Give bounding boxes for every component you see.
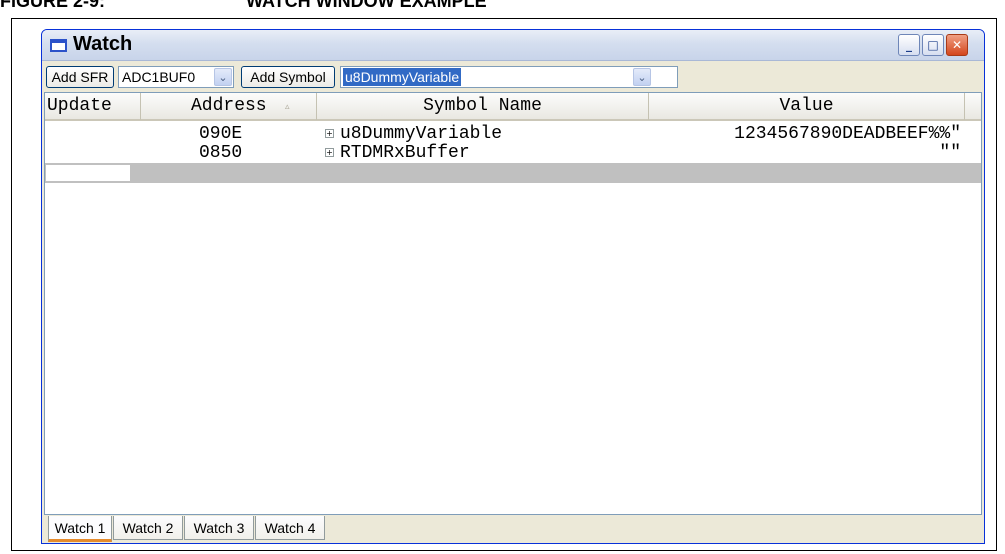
- watch-tabs: Watch 1 Watch 2 Watch 3 Watch 4: [44, 516, 982, 543]
- column-header-value[interactable]: Value: [649, 93, 965, 120]
- sfr-select[interactable]: ADC1BUF0 ⌄: [118, 66, 234, 88]
- expand-icon[interactable]: +: [325, 148, 334, 157]
- row-value: "": [939, 143, 961, 163]
- row-address: 0850: [199, 143, 243, 163]
- add-sfr-button[interactable]: Add SFR: [46, 66, 114, 88]
- watch-window: Watch _ □ ✕ Add SFR ADC1BUF0 ⌄ Add Symbo…: [41, 29, 985, 544]
- table-row[interactable]: 0850 + RTDMRxBuffer "": [45, 143, 981, 163]
- new-symbol-row[interactable]: [45, 163, 981, 183]
- row-symbol-name: u8DummyVariable: [340, 124, 503, 144]
- expand-icon[interactable]: +: [325, 129, 334, 138]
- column-header-address[interactable]: Address: [141, 93, 317, 120]
- row-address: 090E: [199, 124, 243, 144]
- window-title: Watch: [73, 33, 133, 55]
- maximize-button[interactable]: □: [922, 34, 944, 56]
- symbol-select-value: u8DummyVariable: [343, 68, 462, 86]
- sfr-select-value: ADC1BUF0: [122, 69, 196, 85]
- watch-table: Update Address ▵ Symbol Name Value 090E …: [44, 92, 982, 515]
- title-bar[interactable]: Watch _ □ ✕: [42, 30, 984, 61]
- minimize-button[interactable]: _: [898, 34, 920, 56]
- new-symbol-input[interactable]: [45, 164, 131, 182]
- symbol-select[interactable]: u8DummyVariable ⌄: [340, 66, 678, 88]
- chevron-down-icon[interactable]: ⌄: [214, 68, 232, 86]
- window-icon: [50, 39, 67, 52]
- column-header-symbol-name[interactable]: Symbol Name: [317, 93, 649, 120]
- tab-watch-2[interactable]: Watch 2: [113, 516, 183, 540]
- figure-caption: FIGURE 2-9: WATCH WINDOW EXAMPLE: [0, 0, 600, 13]
- close-button[interactable]: ✕: [946, 34, 968, 56]
- row-value: 1234567890DEADBEEF%%": [734, 124, 961, 144]
- figure-title: WATCH WINDOW EXAMPLE: [246, 0, 487, 11]
- row-update: [45, 143, 141, 163]
- table-row[interactable]: 090E + u8DummyVariable 1234567890DEADBEE…: [45, 124, 981, 144]
- chevron-down-icon[interactable]: ⌄: [633, 68, 651, 86]
- toolbar: Add SFR ADC1BUF0 ⌄ Add Symbol u8DummyVar…: [42, 62, 984, 92]
- tab-watch-4[interactable]: Watch 4: [255, 516, 325, 540]
- column-header-update[interactable]: Update: [45, 93, 141, 120]
- tab-watch-1[interactable]: Watch 1: [48, 516, 112, 542]
- tab-watch-3[interactable]: Watch 3: [184, 516, 254, 540]
- row-symbol-name: RTDMRxBuffer: [340, 143, 470, 163]
- table-header: Update Address ▵ Symbol Name Value: [45, 93, 981, 121]
- figure-number: FIGURE 2-9:: [0, 0, 106, 11]
- add-symbol-button[interactable]: Add Symbol: [241, 66, 335, 88]
- sort-ascending-icon: ▵: [285, 102, 290, 112]
- row-update: [45, 124, 141, 144]
